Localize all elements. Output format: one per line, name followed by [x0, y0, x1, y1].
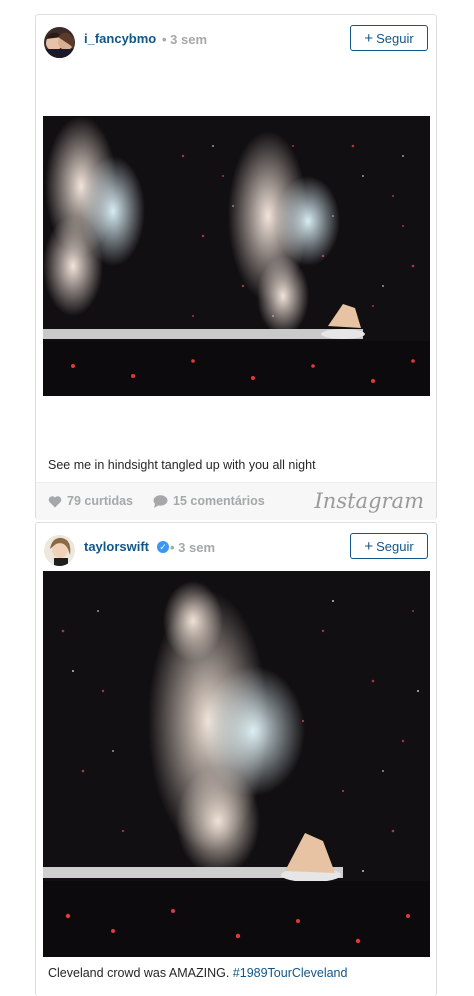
- follow-label: Seguir: [376, 30, 414, 46]
- likes-label: 79 curtidas: [67, 494, 134, 508]
- likes-count[interactable]: 79 curtidas: [48, 494, 133, 508]
- hashtag-link[interactable]: #1989TourCleveland: [233, 966, 348, 980]
- post-caption: Cleveland crowd was AMAZING. #1989TourCl…: [48, 966, 347, 980]
- avatar[interactable]: [44, 27, 75, 58]
- follow-button[interactable]: + Seguir: [350, 533, 428, 559]
- post-header: taylorswift ✓ • 3 sem + Seguir: [36, 523, 436, 573]
- comments-count[interactable]: 15 comentários: [153, 494, 265, 508]
- comment-icon: [153, 494, 168, 508]
- plus-icon: +: [364, 29, 374, 47]
- post-photo[interactable]: [43, 116, 430, 396]
- avatar[interactable]: [44, 535, 75, 566]
- post-card: taylorswift ✓ • 3 sem + Seguir Cleveland…: [35, 522, 437, 996]
- post-footer: 79 curtidas 15 comentários Instagram: [36, 482, 436, 520]
- verified-badge-icon: ✓: [157, 541, 169, 553]
- post-photo[interactable]: [43, 571, 430, 957]
- post-timestamp[interactable]: • 3 sem: [170, 540, 215, 555]
- username-link[interactable]: i_fancybmo: [84, 31, 156, 46]
- caption-text: Cleveland crowd was AMAZING.: [48, 966, 233, 980]
- instagram-logo[interactable]: Instagram: [315, 489, 424, 513]
- post-caption: See me in hindsight tangled up with you …: [48, 458, 316, 472]
- follow-button[interactable]: + Seguir: [350, 25, 428, 51]
- plus-icon: +: [364, 537, 374, 555]
- username-link[interactable]: taylorswift: [84, 539, 149, 554]
- follow-label: Seguir: [376, 538, 414, 554]
- comments-label: 15 comentários: [173, 494, 265, 508]
- post-timestamp[interactable]: • 3 sem: [162, 32, 207, 47]
- post-header: i_fancybmo • 3 sem + Seguir: [36, 15, 436, 65]
- heart-icon: [48, 495, 62, 507]
- post-card: i_fancybmo • 3 sem + Seguir See me in hi…: [35, 14, 437, 520]
